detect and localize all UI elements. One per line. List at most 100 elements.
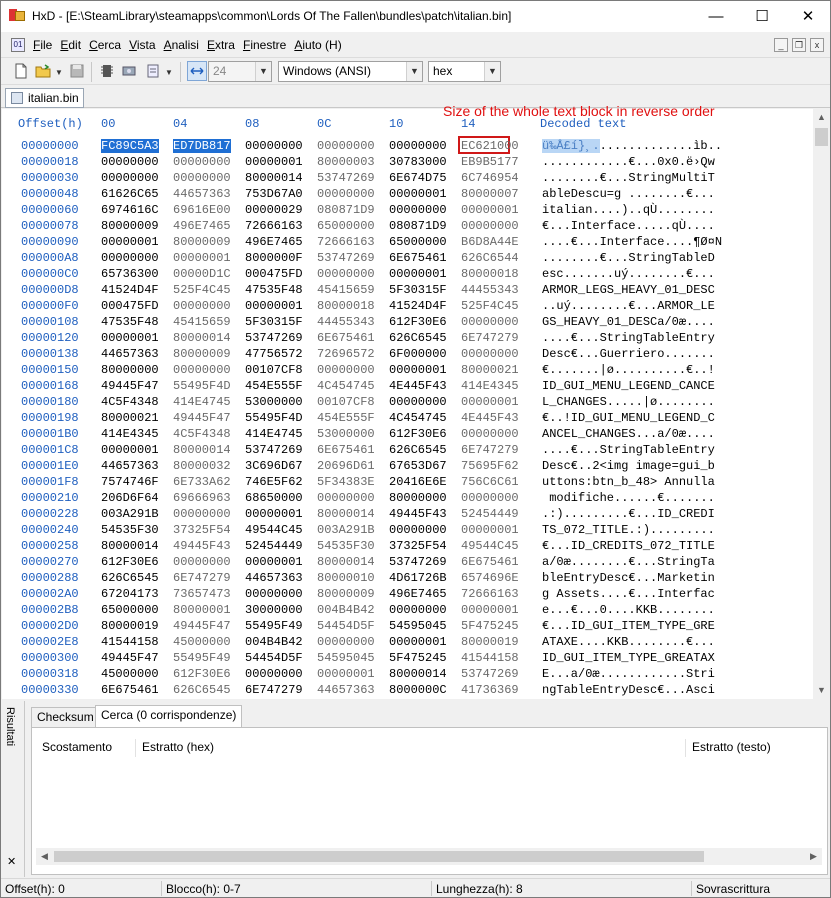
- hex-group[interactable]: 00000000: [317, 187, 375, 201]
- new-file-icon[interactable]: [13, 63, 29, 79]
- hex-group[interactable]: 80000018: [461, 267, 519, 281]
- hex-group[interactable]: 80000014: [101, 539, 159, 553]
- hex-group[interactable]: 44657363: [317, 683, 375, 697]
- hex-group[interactable]: 00000000: [101, 171, 159, 185]
- decoded-text[interactable]: ARMOR_LEGS_HEAVY_01_DESC: [542, 283, 715, 297]
- offset-base-select[interactable]: hex ▼: [428, 61, 501, 82]
- hex-group[interactable]: 80000009: [317, 587, 375, 601]
- hex-row[interactable]: 000001C8 00000001 80000014 53747269 6E675461…: [2, 443, 802, 459]
- hex-row[interactable]: 00000330 6E675461 626C6545 6E747279 44657363…: [2, 683, 802, 699]
- hex-group[interactable]: 53747269: [317, 251, 375, 265]
- hex-group[interactable]: 6E747279: [245, 683, 303, 697]
- hex-group[interactable]: 00000000: [245, 139, 303, 153]
- hex-group[interactable]: 49445F43: [173, 539, 231, 553]
- hex-group[interactable]: 73657473: [173, 587, 231, 601]
- hex-group[interactable]: 00000001: [245, 299, 303, 313]
- hex-group[interactable]: 47756572: [245, 347, 303, 361]
- hex-row[interactable]: 00000168 49445F47 55495F4D 454E555F 4C454745…: [2, 379, 802, 395]
- hex-group[interactable]: 45415659: [317, 283, 375, 297]
- hex-group[interactable]: 496E7465: [173, 219, 231, 233]
- hex-group[interactable]: 00000000: [317, 267, 375, 281]
- decoded-text[interactable]: ANCEL_CHANGES...a/0æ....: [542, 427, 715, 441]
- hex-row[interactable]: 00000000 FC89C5A3 ED7DB817 00000000 00000000…: [2, 139, 802, 155]
- decoded-text[interactable]: €.......|ø..........€..!: [542, 363, 715, 377]
- disk-icon[interactable]: [121, 63, 137, 79]
- hex-group[interactable]: 612F30E6: [389, 315, 447, 329]
- open-folder-icon[interactable]: [35, 63, 51, 79]
- hex-group[interactable]: 80000018: [317, 299, 375, 313]
- hex-group[interactable]: 20696D61: [317, 459, 375, 473]
- hex-group[interactable]: 626C6544: [461, 251, 519, 265]
- hex-group[interactable]: 61626C65: [101, 187, 159, 201]
- hex-group[interactable]: 6C746954: [461, 171, 519, 185]
- hex-editor-view[interactable]: Offset(h) 00 04 08 0C 10 14 Decoded text…: [2, 103, 813, 699]
- hex-group[interactable]: 45415659: [173, 315, 231, 329]
- decoded-text[interactable]: a/0æ........€...StringTa: [542, 555, 715, 569]
- hex-group[interactable]: 00000000: [173, 171, 231, 185]
- decoded-text[interactable]: ....€...StringTableEntry: [542, 443, 715, 457]
- hex-group[interactable]: 4C5F4348: [101, 395, 159, 409]
- hex-group[interactable]: 80000032: [173, 459, 231, 473]
- hex-group[interactable]: FC89C5A3: [101, 139, 159, 153]
- hex-group[interactable]: 00000001: [461, 203, 519, 217]
- hscroll-thumb[interactable]: [54, 851, 704, 862]
- decoded-text[interactable]: ........€...StringTableD: [542, 251, 715, 265]
- hex-group[interactable]: 54595045: [317, 651, 375, 665]
- hex-group[interactable]: 000475FD: [245, 267, 303, 281]
- hex-group[interactable]: 7574746F: [101, 475, 159, 489]
- hex-group[interactable]: 49445F43: [389, 507, 447, 521]
- hex-group[interactable]: 68650000: [245, 491, 303, 505]
- hex-row[interactable]: 00000300 49445F47 55495F49 54454D5F 54595045…: [2, 651, 802, 667]
- hex-group[interactable]: 75695F62: [461, 459, 519, 473]
- hex-group[interactable]: 414E4745: [173, 395, 231, 409]
- hex-group[interactable]: 80000000: [101, 363, 159, 377]
- hex-group[interactable]: 65736300: [101, 267, 159, 281]
- decoded-text[interactable]: ....€...StringTableEntry: [542, 331, 715, 345]
- hex-row[interactable]: 00000210 206D6F64 69666963 68650000 00000000…: [2, 491, 802, 507]
- hex-group[interactable]: 55495F4D: [245, 411, 303, 425]
- hex-group[interactable]: 00000001: [101, 331, 159, 345]
- hex-row[interactable]: 00000090 00000001 80000009 496E7465 72666163…: [2, 235, 802, 251]
- decoded-text[interactable]: ATAXE....KKB........€...: [542, 635, 715, 649]
- hex-group[interactable]: 6E675461: [101, 683, 159, 697]
- hex-group[interactable]: 626C6545: [101, 571, 159, 585]
- mdi-close-icon[interactable]: x: [810, 38, 824, 52]
- hex-group[interactable]: 80000009: [173, 235, 231, 249]
- menu-extra[interactable]: Extra: [207, 38, 243, 52]
- decoded-text[interactable]: €...Interface.....qÙ....: [542, 219, 715, 233]
- decoded-text[interactable]: g Assets....€...Interfac: [542, 587, 715, 601]
- hex-group[interactable]: 80000014: [389, 667, 447, 681]
- menu-windows[interactable]: Finestre: [243, 38, 294, 52]
- decoded-text[interactable]: GS_HEAVY_01_DESCa/0æ....: [542, 315, 715, 329]
- hex-group[interactable]: 54454D5F: [245, 651, 303, 665]
- hex-group[interactable]: 80000009: [173, 347, 231, 361]
- hex-group[interactable]: 4C454745: [317, 379, 375, 393]
- hex-group[interactable]: 00000001: [389, 187, 447, 201]
- hex-group[interactable]: 44455343: [461, 283, 519, 297]
- col-text-header[interactable]: Estratto (testo): [686, 739, 822, 757]
- menu-edit[interactable]: Edit: [60, 38, 89, 52]
- hex-row[interactable]: 00000120 00000001 80000014 53747269 6E675461…: [2, 331, 802, 347]
- hex-group[interactable]: 00000000: [317, 363, 375, 377]
- hex-group[interactable]: 44657363: [245, 571, 303, 585]
- tab-search-results[interactable]: Cerca (0 corrispondenze): [95, 705, 243, 729]
- hex-group[interactable]: 626C6545: [173, 683, 231, 697]
- hex-group[interactable]: 414E4345: [461, 379, 519, 393]
- bytes-per-row-button[interactable]: [187, 61, 207, 81]
- hex-group[interactable]: 6E675461: [317, 331, 375, 345]
- hex-group[interactable]: 6E675461: [389, 251, 447, 265]
- decoded-text[interactable]: Desc€...Guerriero.......: [542, 347, 715, 361]
- hex-group[interactable]: 5F30315F: [389, 283, 447, 297]
- hex-group[interactable]: 00000001: [101, 235, 159, 249]
- hex-group[interactable]: 5F34383E: [317, 475, 375, 489]
- hex-group[interactable]: 00000000: [173, 155, 231, 169]
- mdi-restore-icon[interactable]: ❐: [792, 38, 806, 52]
- vertical-scrollbar[interactable]: ▲ ▼: [813, 109, 830, 699]
- hex-row[interactable]: 00000198 80000021 49445F47 55495F4D 454E555F…: [2, 411, 802, 427]
- hex-group[interactable]: 00000000: [389, 523, 447, 537]
- hex-group[interactable]: 4E445F43: [389, 379, 447, 393]
- hex-group[interactable]: 55495F49: [173, 651, 231, 665]
- decoded-text[interactable]: L_CHANGES.....|ø........: [542, 395, 715, 409]
- hex-row[interactable]: 00000318 45000000 612F30E6 00000000 00000001…: [2, 667, 802, 683]
- hex-group[interactable]: 6F000000: [389, 347, 447, 361]
